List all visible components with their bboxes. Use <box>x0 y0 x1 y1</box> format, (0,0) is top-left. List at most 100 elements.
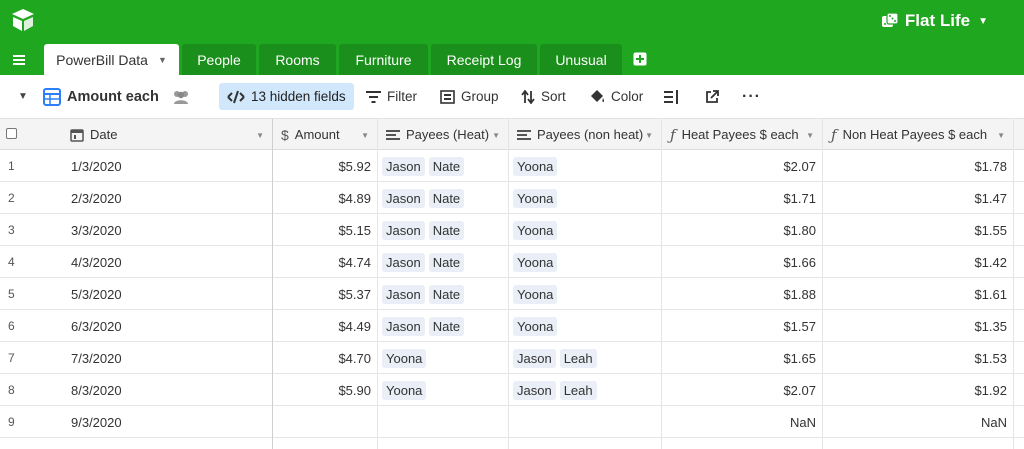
chevron-down-icon[interactable]: ▼ <box>158 55 167 65</box>
linked-record-chip[interactable]: Nate <box>428 220 465 240</box>
heat-payees-each-cell[interactable]: $2.07 <box>662 374 823 406</box>
linked-record-chip[interactable]: Leah <box>559 380 597 400</box>
amount-cell[interactable]: $4.70 <box>273 342 378 374</box>
payees-non-heat-cell[interactable] <box>509 406 662 438</box>
table-row[interactable]: 2 2/3/2020 $4.89 Jason Nate Yoona $1.71 $1.47 <box>0 182 1024 214</box>
linked-record-chip[interactable]: Nate <box>428 284 465 304</box>
date-cell[interactable]: 5/3/2020 <box>62 278 272 310</box>
payees-heat-cell[interactable]: Jason Nate <box>378 246 509 278</box>
date-cell[interactable]: 9/3/2020 <box>62 406 272 438</box>
non-heat-payees-each-cell[interactable]: $1.35 <box>823 310 1014 342</box>
amount-cell[interactable] <box>273 406 378 438</box>
payees-non-heat-cell[interactable]: Yoona <box>509 278 662 310</box>
table-row[interactable]: 9 9/3/2020 NaN NaN <box>0 406 1024 438</box>
heat-payees-each-cell[interactable]: NaN <box>662 406 823 438</box>
non-heat-payees-each-cell[interactable]: $1.92 <box>823 374 1014 406</box>
column-header-date[interactable]: Date ▼ <box>62 119 273 150</box>
chevron-down-icon[interactable]: ▼ <box>645 131 653 140</box>
date-cell[interactable]: 6/3/2020 <box>62 310 272 342</box>
tab-unusual[interactable]: Unusual <box>540 44 622 75</box>
linked-record-chip[interactable]: Yoona <box>513 252 558 272</box>
payees-non-heat-cell[interactable]: Jason Leah <box>509 342 662 374</box>
payees-heat-cell[interactable]: Jason Nate <box>378 150 509 182</box>
non-heat-payees-each-cell[interactable]: $1.78 <box>823 150 1014 182</box>
chevron-down-icon[interactable]: ▼ <box>806 131 814 140</box>
amount-cell[interactable]: $4.89 <box>273 182 378 214</box>
linked-record-chip[interactable]: Nate <box>428 188 465 208</box>
table-row[interactable]: 6 6/3/2020 $4.49 Jason Nate Yoona $1.57 $1.35 <box>0 310 1024 342</box>
amount-cell[interactable]: $5.37 <box>273 278 378 310</box>
linked-record-chip[interactable]: Yoona <box>382 348 427 368</box>
collaborators-icon[interactable] <box>171 89 191 105</box>
linked-record-chip[interactable]: Yoona <box>513 220 558 240</box>
column-header-payees-non-heat[interactable]: Payees (non heat) ▼ <box>509 119 662 150</box>
non-heat-payees-each-cell[interactable]: $1.55 <box>823 214 1014 246</box>
color-button[interactable]: Color <box>589 83 643 110</box>
column-header-non-heat-payees-each[interactable]: ƒ Non Heat Payees $ each ▼ <box>823 119 1014 150</box>
airtable-logo-icon[interactable] <box>10 8 36 32</box>
amount-cell[interactable]: $4.74 <box>273 246 378 278</box>
linked-record-chip[interactable]: Nate <box>428 316 465 336</box>
linked-record-chip[interactable]: Jason <box>513 348 556 368</box>
payees-non-heat-cell[interactable]: Yoona <box>509 246 662 278</box>
table-row[interactable]: 5 5/3/2020 $5.37 Jason Nate Yoona $1.88 $1.61 <box>0 278 1024 310</box>
tab-people[interactable]: People <box>182 44 256 75</box>
filter-button[interactable]: Filter <box>366 83 417 110</box>
amount-cell[interactable]: $5.15 <box>273 214 378 246</box>
chevron-down-icon[interactable]: ▼ <box>256 131 264 140</box>
linked-record-chip[interactable]: Jason <box>382 188 425 208</box>
payees-heat-cell[interactable]: Yoona <box>378 374 509 406</box>
view-switcher-toggle[interactable]: ▼ <box>18 83 28 110</box>
table-row[interactable]: 4 4/3/2020 $4.74 Jason Nate Yoona $1.66 $1.42 <box>0 246 1024 278</box>
linked-record-chip[interactable]: Leah <box>559 348 597 368</box>
add-table-icon[interactable] <box>633 52 647 66</box>
payees-heat-cell[interactable]: Jason Nate <box>378 278 509 310</box>
payees-heat-cell[interactable]: Yoona <box>378 342 509 374</box>
heat-payees-each-cell[interactable]: $2.07 <box>662 150 823 182</box>
hidden-fields-button[interactable]: 13 hidden fields <box>219 83 354 110</box>
payees-heat-cell[interactable]: Jason Nate <box>378 214 509 246</box>
payees-non-heat-cell[interactable]: Yoona <box>509 182 662 214</box>
chevron-down-icon[interactable]: ▼ <box>361 131 369 140</box>
more-options-button[interactable]: ··· <box>742 83 761 110</box>
heat-payees-each-cell[interactable]: $1.71 <box>662 182 823 214</box>
row-height-button[interactable] <box>664 83 679 110</box>
amount-cell[interactable]: $5.92 <box>273 150 378 182</box>
date-cell[interactable]: 2/3/2020 <box>62 182 272 214</box>
amount-cell[interactable]: $4.49 <box>273 310 378 342</box>
tab-rooms[interactable]: Rooms <box>259 44 336 75</box>
payees-non-heat-cell[interactable]: Yoona <box>509 310 662 342</box>
heat-payees-each-cell[interactable]: $1.88 <box>662 278 823 310</box>
linked-record-chip[interactable]: Nate <box>428 156 465 176</box>
payees-heat-cell[interactable] <box>378 406 509 438</box>
heat-payees-each-cell[interactable]: $1.80 <box>662 214 823 246</box>
heat-payees-each-cell[interactable]: $1.65 <box>662 342 823 374</box>
date-cell[interactable]: 3/3/2020 <box>62 214 272 246</box>
table-row[interactable]: 7 7/3/2020 $4.70 Yoona Jason Leah $1.65 $1.53 <box>0 342 1024 374</box>
linked-record-chip[interactable]: Jason <box>382 156 425 176</box>
table-row[interactable]: 3 3/3/2020 $5.15 Jason Nate Yoona $1.80 $1.55 <box>0 214 1024 246</box>
date-cell[interactable]: 1/3/2020 <box>62 150 272 182</box>
payees-non-heat-cell[interactable]: Jason Leah <box>509 374 662 406</box>
group-button[interactable]: Group <box>440 83 499 110</box>
select-all-checkbox[interactable] <box>6 128 17 139</box>
linked-record-chip[interactable]: Jason <box>382 220 425 240</box>
chevron-down-icon[interactable]: ▼ <box>492 131 500 140</box>
non-heat-payees-each-cell[interactable]: $1.47 <box>823 182 1014 214</box>
linked-record-chip[interactable]: Jason <box>382 316 425 336</box>
sort-button[interactable]: Sort <box>521 83 566 110</box>
table-row[interactable]: 8 8/3/2020 $5.90 Yoona Jason Leah $2.07 $1.92 <box>0 374 1024 406</box>
tab-furniture[interactable]: Furniture <box>339 44 428 75</box>
table-row[interactable]: 1 1/3/2020 $5.92 Jason Nate Yoona $2.07 $1.78 <box>0 150 1024 182</box>
tab-receipt-log[interactable]: Receipt Log <box>431 44 537 75</box>
linked-record-chip[interactable]: Jason <box>382 284 425 304</box>
column-header-heat-payees-each[interactable]: ƒ Heat Payees $ each ▼ <box>662 119 823 150</box>
heat-payees-each-cell[interactable]: $1.57 <box>662 310 823 342</box>
non-heat-payees-each-cell[interactable]: $1.53 <box>823 342 1014 374</box>
hamburger-menu-icon[interactable] <box>12 52 30 68</box>
non-heat-payees-each-cell[interactable]: NaN <box>823 406 1014 438</box>
linked-record-chip[interactable]: Jason <box>382 252 425 272</box>
chevron-down-icon[interactable]: ▼ <box>997 131 1005 140</box>
linked-record-chip[interactable]: Yoona <box>382 380 427 400</box>
non-heat-payees-each-cell[interactable]: $1.61 <box>823 278 1014 310</box>
